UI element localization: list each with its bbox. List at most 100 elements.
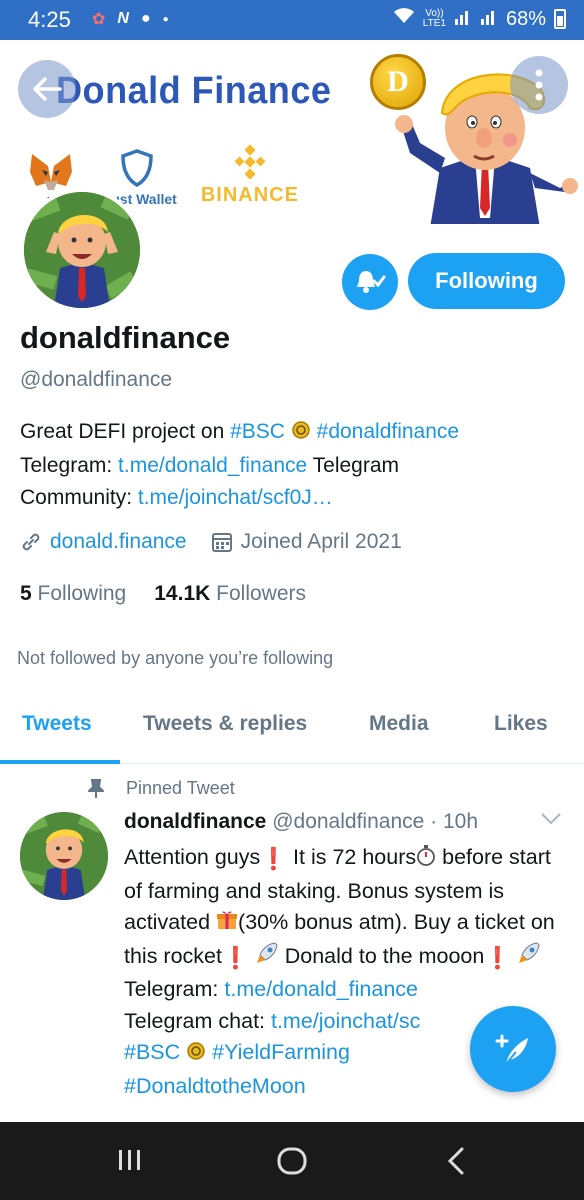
location-icon: ● xyxy=(140,10,151,27)
signal-icon xyxy=(454,7,472,31)
binance-label: BINANCE xyxy=(200,184,299,206)
following-count: 5 xyxy=(20,582,32,605)
bio-telegram-suffix: Telegram xyxy=(307,454,400,477)
profile-tabs: Tweets Tweets & replies Media Likes xyxy=(0,690,584,764)
following-label: Following xyxy=(37,582,127,605)
recent-apps-icon xyxy=(119,1150,140,1170)
notifications-bell-button[interactable] xyxy=(342,254,398,310)
banner-title: Donald Finance xyxy=(56,70,332,112)
binance-diamond-icon xyxy=(234,144,266,180)
network-type: Vo)) LTE1 xyxy=(423,9,446,29)
coin-emoji-icon xyxy=(186,1039,206,1071)
binance-logo: BINANCE xyxy=(201,144,299,207)
tweet-author-handle[interactable]: @donaldfinance xyxy=(272,810,424,833)
tab-tweets[interactable]: Tweets xyxy=(22,712,92,736)
follow-counts: 5 Following 14.1K Followers xyxy=(20,582,306,606)
bio-telegram-label: Telegram: xyxy=(20,454,119,477)
recent-apps-button[interactable] xyxy=(116,1146,144,1179)
tweet-chat-label: Telegram chat: xyxy=(124,1008,271,1033)
tweet-segment: It is 72 hours xyxy=(293,845,417,869)
footprint-icon: ✿ xyxy=(92,11,106,28)
nfc-icon: N xyxy=(117,10,129,27)
status-time: 4:25 xyxy=(28,7,71,32)
link-icon xyxy=(22,533,40,551)
profile-meta: donald.finance Joined April 2021 xyxy=(20,530,402,554)
pinned-label: Pinned Tweet xyxy=(126,778,235,798)
tab-media[interactable]: Media xyxy=(369,712,429,736)
shield-icon xyxy=(121,149,154,187)
pinned-indicator: Pinned Tweet xyxy=(88,778,235,799)
tweet-separator: · xyxy=(424,810,443,833)
followers-label: Followers xyxy=(216,582,306,605)
display-name: donaldfinance xyxy=(20,320,231,355)
exclamation-emoji-icon: ❗ xyxy=(484,945,512,970)
website-link[interactable]: donald.finance xyxy=(50,530,187,554)
tweet-author-avatar[interactable] xyxy=(20,812,108,900)
back-nav-button[interactable] xyxy=(446,1146,466,1181)
tweet-time: 10h xyxy=(442,810,479,833)
joined-date: Joined April 2021 xyxy=(240,530,402,553)
pin-icon xyxy=(88,778,104,798)
profile-avatar[interactable] xyxy=(20,188,144,312)
following-button[interactable]: Following xyxy=(408,253,565,309)
not-followed-notice: Not followed by anyone you’re following xyxy=(17,648,334,668)
signal-icon-2 xyxy=(480,7,498,31)
tweet-telegram-link[interactable]: t.me/donald_finance xyxy=(224,977,418,1001)
community-link[interactable]: t.me/joinchat/scf0J… xyxy=(138,486,333,509)
compose-feather-icon xyxy=(495,1034,528,1065)
exclamation-emoji-icon: ❗ xyxy=(260,847,288,871)
exclamation-emoji-icon: ❗ xyxy=(221,945,249,970)
tweet-segment: Donald to the mooon xyxy=(284,943,485,968)
profile-bio: Great DEFI project on #BSC #donaldfinanc… xyxy=(20,416,570,514)
metamask-fox-icon xyxy=(30,154,72,190)
hashtag-donaldfinance-link[interactable]: #donaldfinance xyxy=(317,420,459,443)
gift-emoji-icon xyxy=(216,909,238,941)
more-options-button[interactable] xyxy=(510,56,568,114)
active-tab-indicator xyxy=(0,760,120,764)
tweet-menu-button[interactable] xyxy=(540,812,562,831)
profile-handle: @donaldfinance xyxy=(20,368,173,391)
arrow-left-icon xyxy=(33,77,62,101)
followers-count: 14.1K xyxy=(154,582,211,605)
status-bar: 4:25 ✿ N ● ● Vo)) LTE1 68% xyxy=(0,0,584,40)
status-right: Vo)) LTE1 68% xyxy=(393,7,566,31)
bio-text: Great DEFI project on xyxy=(20,420,231,443)
tweet-chat-link[interactable]: t.me/joinchat/sc xyxy=(271,1009,420,1033)
rocket-emoji-icon xyxy=(255,941,279,975)
notification-icons: ✿ N ● ● xyxy=(92,9,169,29)
coin-emoji-icon xyxy=(291,418,311,450)
bell-check-icon xyxy=(357,271,386,293)
avatar-illustration xyxy=(20,812,108,900)
telegram-link[interactable]: t.me/donald_finance xyxy=(118,454,307,477)
tweet-hashtag-yieldfarming[interactable]: #YieldFarming xyxy=(212,1040,350,1064)
hashtag-bsc-link[interactable]: #BSC xyxy=(230,420,285,443)
battery-percent: 68% xyxy=(505,7,546,30)
more-vertical-icon xyxy=(535,69,543,101)
tweet-author-name[interactable]: donaldfinance xyxy=(124,810,266,833)
tab-tweets-replies[interactable]: Tweets & replies xyxy=(143,712,307,736)
stopwatch-emoji-icon xyxy=(416,844,436,876)
wifi-icon xyxy=(393,7,415,31)
tweet-segment: Attention guys xyxy=(124,845,261,869)
tweet-telegram-label: Telegram: xyxy=(124,977,225,1001)
home-icon xyxy=(277,1147,307,1175)
chevron-down-icon xyxy=(541,813,561,825)
tweet-hashtag-bsc[interactable]: #BSC xyxy=(124,1040,180,1064)
followers-count-link[interactable]: 14.1K Followers xyxy=(154,582,306,606)
bio-community-label: Community: xyxy=(20,486,138,509)
tweet-hashtag-donaldtothemoon[interactable]: #DonaldtotheMoon xyxy=(124,1074,306,1098)
calendar-icon xyxy=(211,533,232,552)
compose-tweet-button[interactable] xyxy=(470,1006,556,1092)
rocket-emoji-icon xyxy=(517,941,541,975)
tweet-header: donaldfinance @donaldfinance · 10h xyxy=(124,810,478,834)
network-bottom: LTE1 xyxy=(422,18,446,29)
tab-likes[interactable]: Likes xyxy=(494,712,548,736)
avatar-illustration xyxy=(24,192,140,308)
battery-icon xyxy=(554,9,566,29)
back-button[interactable] xyxy=(18,60,76,118)
following-count-link[interactable]: 5 Following xyxy=(20,582,126,606)
dot-icon: ● xyxy=(162,13,169,25)
home-button[interactable] xyxy=(276,1146,308,1181)
chevron-left-icon xyxy=(447,1147,464,1175)
android-nav-bar xyxy=(0,1122,584,1200)
